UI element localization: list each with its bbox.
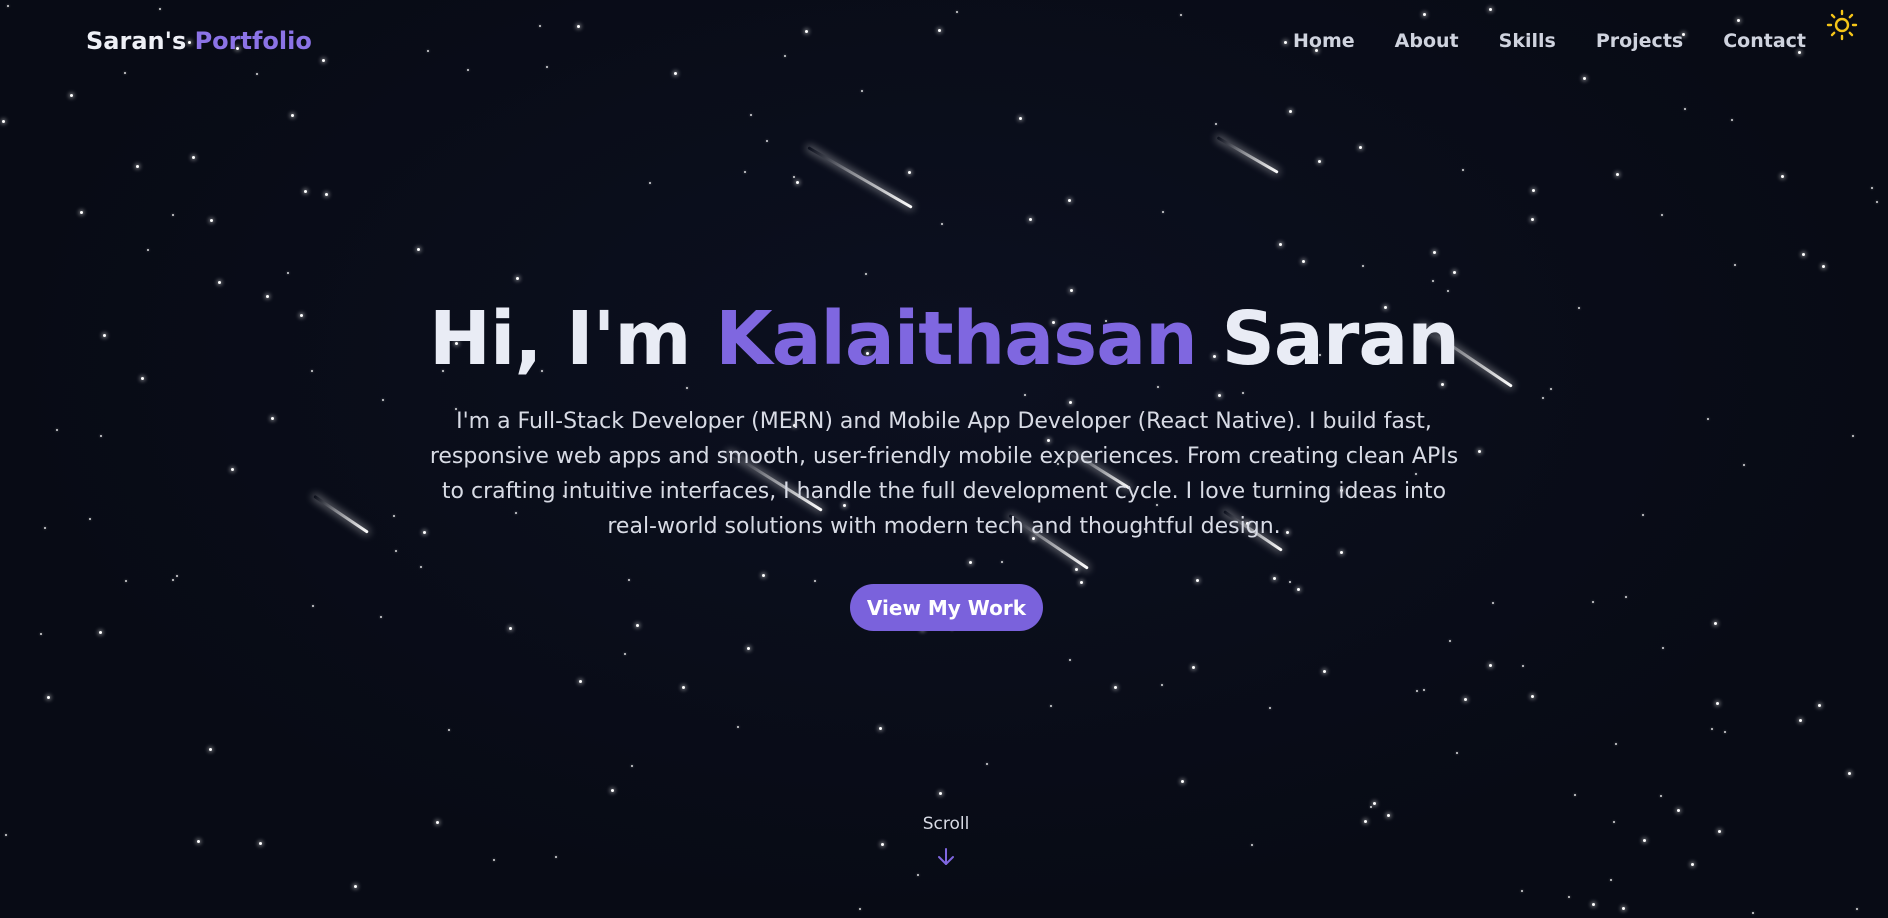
first-name-text: Kalaithasan: [715, 296, 1198, 382]
last-name-text: Saran: [1221, 296, 1460, 382]
view-my-work-button[interactable]: View My Work: [850, 584, 1043, 631]
hero-bio: I'm a Full-Stack Developer (MERN) and Mo…: [429, 409, 1459, 539]
arrow-down-icon[interactable]: [935, 846, 957, 868]
hero-headline: Hi, I'm Kalaithasan Saran: [0, 296, 1888, 382]
scroll-label[interactable]: Scroll: [894, 814, 998, 834]
page: Saran's Portfolio Home About Skills Proj…: [0, 0, 1888, 918]
hero-section: Hi, I'm Kalaithasan Saran I'm a Full-Sta…: [0, 0, 1888, 918]
greeting-text: Hi, I'm: [429, 296, 691, 382]
